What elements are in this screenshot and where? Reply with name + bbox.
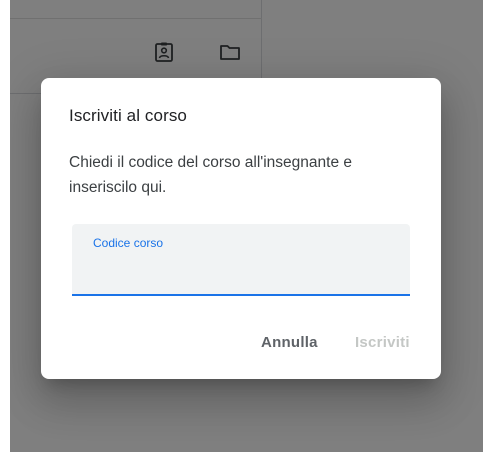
join-class-dialog: Iscriviti al corso Chiedi il codice del … (41, 78, 441, 379)
classroom-app: Iscriviti al corso Chiedi il codice del … (10, 0, 483, 452)
cancel-button[interactable]: Annulla (261, 334, 318, 351)
class-code-input[interactable] (93, 256, 393, 284)
dialog-description: Chiedi il codice del corso all'insegnant… (69, 154, 352, 196)
class-code-label: Codice corso (93, 236, 164, 250)
join-button[interactable]: Iscriviti (355, 334, 410, 351)
class-code-field[interactable]: Codice corso (72, 224, 410, 296)
dialog-title: Iscriviti al corso (69, 106, 187, 125)
